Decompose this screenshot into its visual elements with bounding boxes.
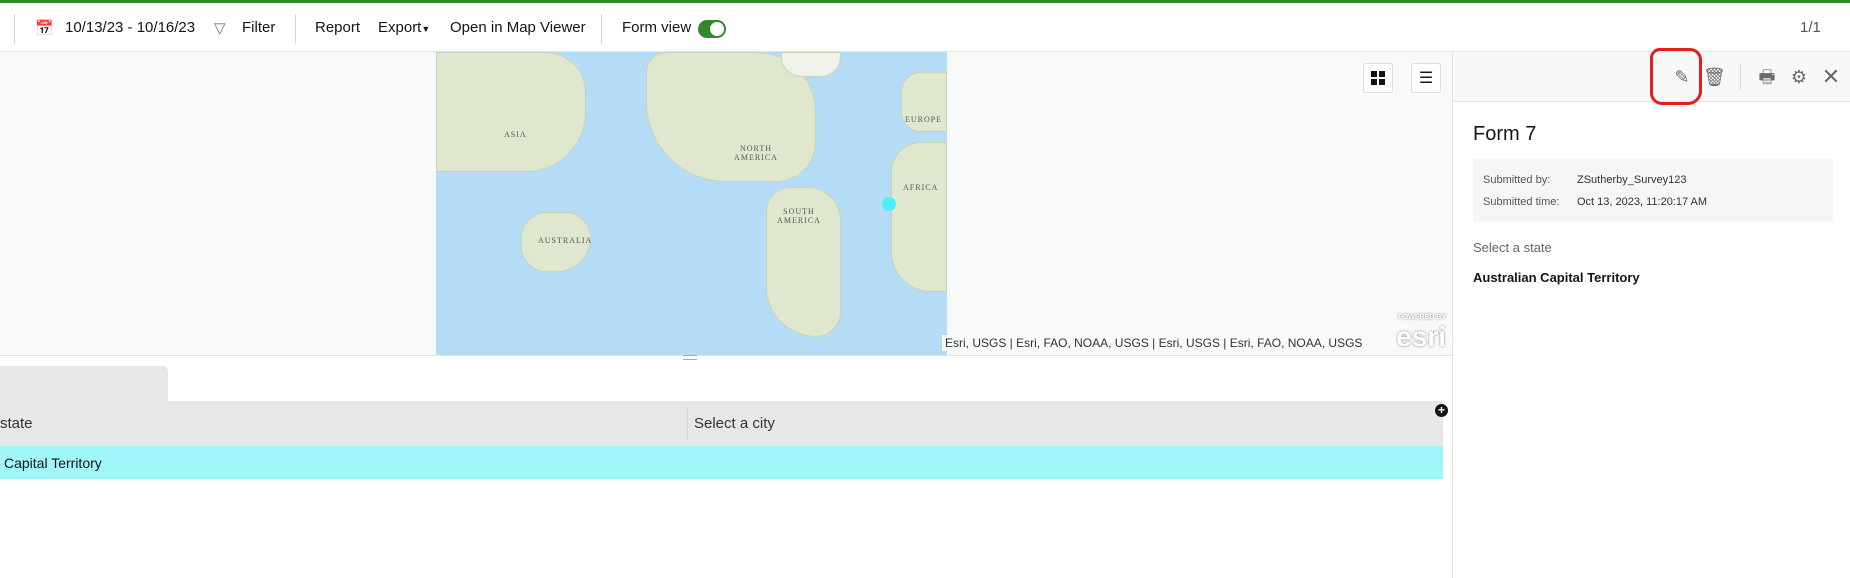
filter-icon[interactable]: ▽ [214, 19, 226, 37]
divider [295, 14, 296, 44]
map-label-south-america: SOUTH AMERICA [777, 207, 821, 225]
map-view[interactable]: ASIA NORTH AMERICA EUROPE AFRICA SOUTH A… [436, 52, 947, 355]
print-icon[interactable]: 🖶 [1756, 66, 1778, 88]
red-annotation-circle [1650, 48, 1702, 105]
divider [1740, 64, 1741, 90]
open-in-map-viewer-button[interactable]: Open in Map Viewer [450, 19, 586, 36]
map-label-africa: AFRICA [903, 183, 939, 192]
form-view-toggle[interactable] [698, 20, 726, 38]
toolbar: 📅 10/13/23 - 10/16/23 ▽ Filter Report Ex… [0, 0, 1850, 52]
export-button[interactable]: Export▼ [378, 19, 430, 36]
export-label: Export [378, 19, 422, 36]
survey-point-marker[interactable] [882, 197, 896, 211]
table-tab[interactable] [0, 366, 168, 401]
submitted-time-label: Submitted time: [1483, 196, 1560, 208]
form-view-label: Form view [622, 19, 692, 36]
add-column-button[interactable]: + [1435, 404, 1448, 417]
report-button[interactable]: Report [315, 19, 360, 36]
esri-logo: POWERED BY esri [1396, 314, 1446, 352]
layers-icon: ☰ [1418, 70, 1434, 87]
field-value: Australian Capital Territory [1473, 270, 1640, 285]
field-label: Select a state [1473, 240, 1552, 255]
map-label-europe: EUROPE [905, 115, 943, 124]
land-greenland [781, 52, 841, 77]
column-header-state[interactable]: state [0, 415, 33, 432]
table-header: state Select a city [0, 401, 1443, 446]
calendar-icon[interactable]: 📅 [35, 19, 54, 37]
trash-icon[interactable]: 🗑 [1703, 66, 1726, 88]
panel-header: ✎ 🗑 🖶 ⚙ ✕ [1453, 48, 1850, 105]
resize-handle[interactable] [683, 355, 697, 360]
divider [14, 14, 15, 44]
submitted-time-value: Oct 13, 2023, 11:20:17 AM [1577, 196, 1708, 208]
gear-icon[interactable]: ⚙ [1788, 66, 1810, 88]
basemap-gallery-button[interactable] [1363, 63, 1393, 93]
divider [601, 14, 602, 44]
map-area: ASIA NORTH AMERICA EUROPE AFRICA SOUTH A… [0, 52, 1452, 356]
table-row[interactable]: Capital Territory [0, 446, 1443, 479]
caret-down-icon: ▼ [421, 24, 431, 34]
column-divider[interactable] [687, 407, 688, 440]
record-count: 1/1 [1800, 19, 1821, 36]
grid-icon [1371, 71, 1385, 85]
map-label-australia: AUSTRALIA [538, 236, 593, 245]
layers-button[interactable]: ☰ [1411, 63, 1441, 93]
form-title: Form 7 [1473, 123, 1537, 145]
close-icon[interactable]: ✕ [1820, 66, 1842, 88]
submission-info: Submitted by: ZSutherby_Survey123 Submit… [1473, 159, 1833, 222]
submitted-by-label: Submitted by: [1483, 174, 1551, 186]
form-panel: ✎ 🗑 🖶 ⚙ ✕ Form 7 Submitted by: ZSutherby… [1452, 48, 1850, 578]
date-range-button[interactable]: 10/13/23 - 10/16/23 [65, 19, 195, 36]
cell-state: Capital Territory [4, 455, 102, 471]
submitted-by-value: ZSutherby_Survey123 [1577, 174, 1687, 186]
map-attribution: Esri, USGS | Esri, FAO, NOAA, USGS | Esr… [942, 335, 1366, 351]
map-label-asia: ASIA [504, 130, 527, 139]
filter-button[interactable]: Filter [242, 19, 275, 36]
land-africa [891, 142, 947, 292]
column-header-city[interactable]: Select a city [694, 415, 775, 432]
land-asia [436, 52, 586, 172]
map-label-north-america: NORTH AMERICA [734, 144, 778, 162]
